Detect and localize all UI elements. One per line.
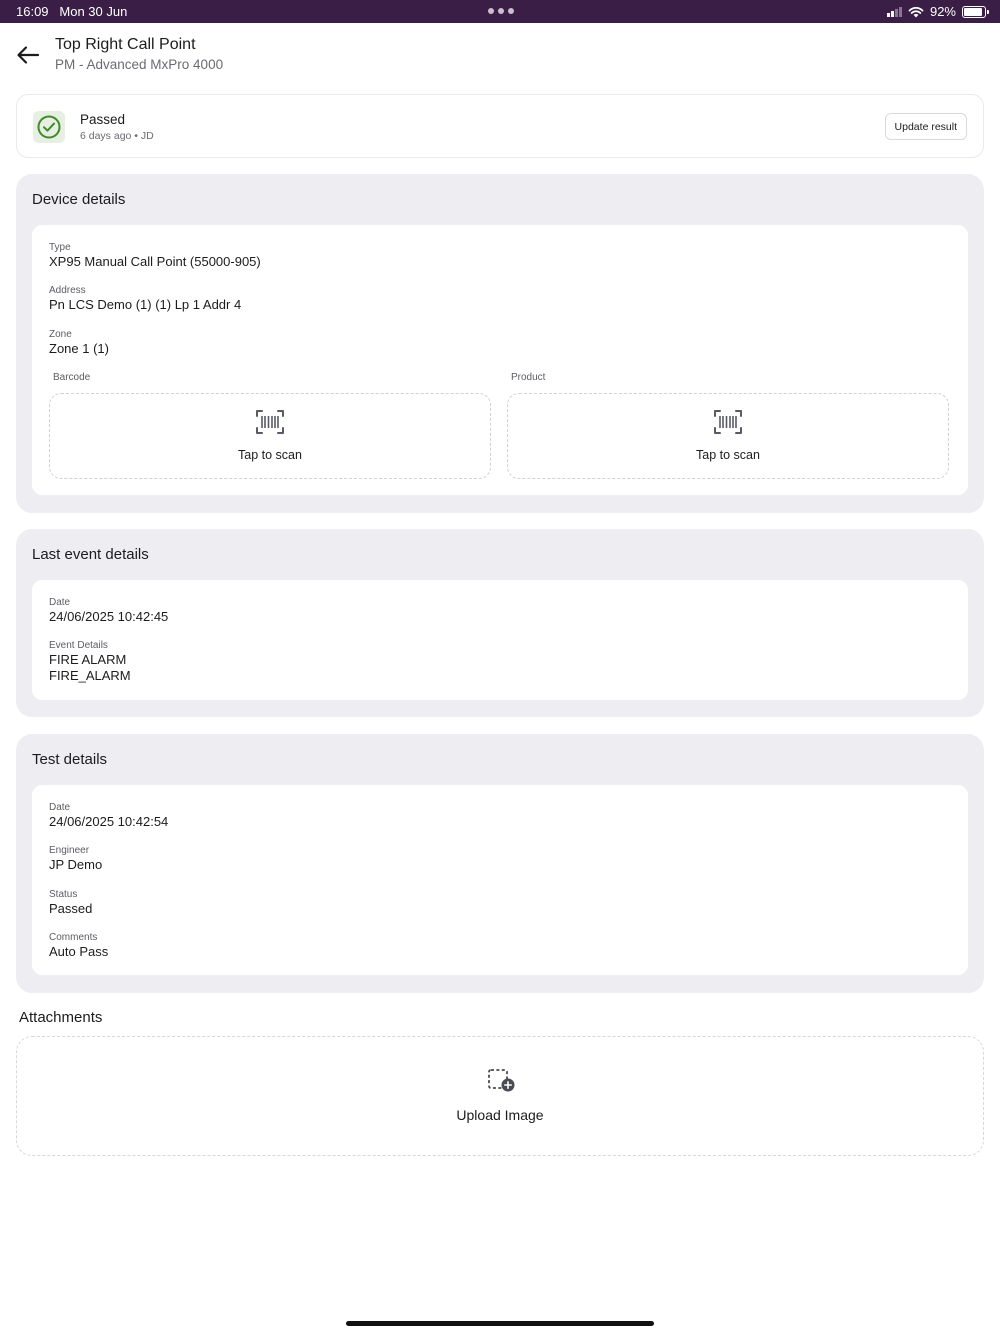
last-event-section: Last event details Date 24/06/2025 10:42… bbox=[16, 529, 984, 717]
result-meta: 6 days ago • JD bbox=[80, 130, 154, 142]
event-date-label: Date bbox=[49, 597, 71, 608]
barcode-scan-icon bbox=[714, 410, 742, 434]
product-scan-text: Tap to scan bbox=[696, 448, 760, 462]
section-title: Test details bbox=[32, 751, 108, 768]
clock-time: 16:09 bbox=[16, 4, 49, 19]
multitasking-dots-icon[interactable] bbox=[488, 8, 514, 14]
section-title: Device details bbox=[32, 191, 126, 208]
status-bar: 16:09 Mon 30 Jun 92% bbox=[0, 0, 1000, 23]
address-value: Pn LCS Demo (1) (1) Lp 1 Addr 4 bbox=[49, 297, 242, 312]
barcode-label: Barcode bbox=[53, 372, 91, 383]
update-result-button[interactable]: Update result bbox=[884, 113, 967, 140]
cellular-signal-icon bbox=[886, 6, 902, 17]
type-value: XP95 Manual Call Point (55000-905) bbox=[49, 254, 261, 269]
wifi-icon bbox=[908, 6, 924, 17]
back-button[interactable] bbox=[12, 40, 44, 70]
upload-image-label: Upload Image bbox=[456, 1107, 544, 1123]
clock-date: Mon 30 Jun bbox=[59, 4, 128, 19]
engineer-value: JP Demo bbox=[49, 857, 103, 872]
section-title: Last event details bbox=[32, 546, 149, 563]
device-details-card: Type XP95 Manual Call Point (55000-905) … bbox=[32, 225, 968, 495]
test-date-label: Date bbox=[49, 802, 71, 813]
battery-percent: 92% bbox=[929, 4, 956, 19]
type-label: Type bbox=[49, 242, 71, 253]
test-details-card: Date 24/06/2025 10:42:54 Engineer JP Dem… bbox=[32, 785, 968, 975]
product-label: Product bbox=[511, 372, 546, 383]
attachments-title: Attachments bbox=[19, 1009, 103, 1026]
comments-label: Comments bbox=[49, 932, 98, 943]
test-date-value: 24/06/2025 10:42:54 bbox=[49, 814, 169, 829]
zone-label: Zone bbox=[49, 329, 72, 340]
status-time: 16:09 Mon 30 Jun bbox=[16, 4, 127, 19]
page-title: Top Right Call Point bbox=[55, 36, 196, 53]
engineer-label: Engineer bbox=[49, 845, 90, 856]
address-label: Address bbox=[49, 285, 86, 296]
event-details-line-2: FIRE_ALARM bbox=[49, 668, 131, 683]
image-add-icon bbox=[488, 1069, 515, 1092]
home-indicator[interactable] bbox=[346, 1321, 654, 1326]
event-details-line-1: FIRE ALARM bbox=[49, 652, 127, 667]
barcode-scan-icon bbox=[256, 410, 284, 434]
product-scan-button[interactable]: Tap to scan bbox=[507, 393, 949, 479]
device-details-section: Device details Type XP95 Manual Call Poi… bbox=[16, 174, 984, 513]
test-details-section: Test details Date 24/06/2025 10:42:54 En… bbox=[16, 734, 984, 993]
status-value: Passed bbox=[49, 901, 93, 916]
upload-image-button[interactable]: Upload Image bbox=[16, 1036, 984, 1156]
event-details-label: Event Details bbox=[49, 640, 108, 651]
result-status-badge bbox=[33, 111, 65, 143]
battery-icon bbox=[962, 5, 989, 18]
status-indicators: 92% bbox=[886, 4, 989, 19]
barcode-scan-text: Tap to scan bbox=[238, 448, 302, 462]
barcode-scan-button[interactable]: Tap to scan bbox=[49, 393, 491, 479]
check-circle-icon bbox=[37, 115, 61, 139]
last-event-card: Date 24/06/2025 10:42:45 Event Details F… bbox=[32, 580, 968, 700]
comments-value: Auto Pass bbox=[49, 944, 109, 959]
zone-value: Zone 1 (1) bbox=[49, 341, 109, 356]
arrow-left-icon bbox=[17, 46, 40, 64]
status-label: Status bbox=[49, 889, 78, 900]
event-date-value: 24/06/2025 10:42:45 bbox=[49, 609, 169, 624]
result-status: Passed bbox=[80, 112, 126, 127]
result-card: Passed 6 days ago • JD Update result bbox=[16, 94, 984, 158]
page-subtitle: PM - Advanced MxPro 4000 bbox=[55, 57, 224, 72]
